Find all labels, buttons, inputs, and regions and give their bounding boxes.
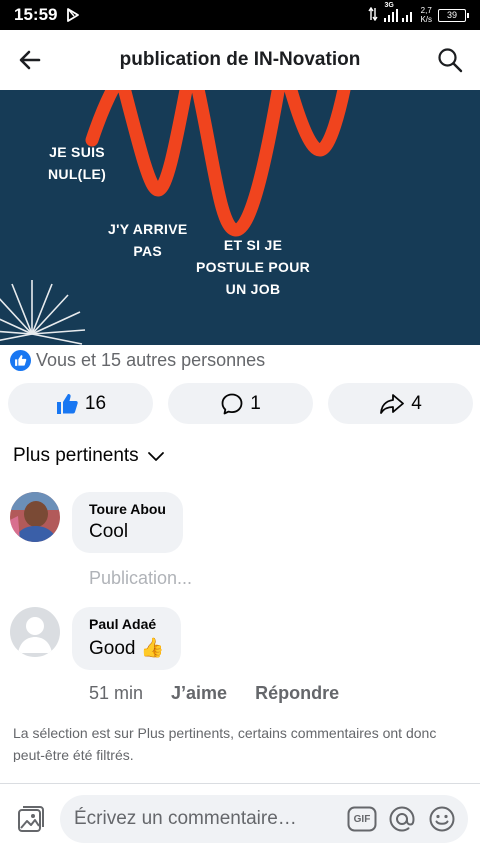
- image-text-1: JE SUIS NUL(LE): [48, 144, 107, 182]
- share-count: 4: [411, 392, 422, 414]
- network-type: 3G: [384, 1, 394, 9]
- comment-input[interactable]: Écrivez un commentaire… GIF: [60, 795, 468, 843]
- search-button[interactable]: [420, 30, 480, 90]
- comment-like-link[interactable]: J’aime: [171, 683, 227, 704]
- comment-count: 1: [250, 392, 261, 414]
- top-app-bar: publication de IN-Novation: [0, 30, 480, 90]
- comment-author[interactable]: Toure Abou: [89, 501, 166, 517]
- comment-bubble[interactable]: Toure Abou Cool: [72, 492, 183, 553]
- filter-notice: La sélection est sur Plus pertinents, ce…: [13, 725, 437, 762]
- smiley-icon: [429, 806, 455, 832]
- signal-icon: 3G: [384, 2, 414, 22]
- share-arrow-icon: [380, 393, 405, 414]
- at-sign-icon: [389, 806, 415, 832]
- comment-item: Paul Adaé Good 👍: [10, 607, 182, 670]
- back-button[interactable]: [0, 30, 60, 90]
- zigzag-graphic: [0, 90, 351, 345]
- like-count: 16: [84, 392, 107, 414]
- comment-author[interactable]: Paul Adaé: [89, 616, 164, 632]
- reactions-text: Vous et 15 autres personnes: [36, 350, 266, 370]
- thumbs-up-icon: [56, 393, 78, 414]
- gif-label: GIF: [353, 813, 371, 825]
- comment-button[interactable]: 1: [168, 383, 313, 424]
- sort-label: Plus pertinents: [13, 445, 139, 466]
- mention-button[interactable]: [386, 803, 418, 835]
- comment-bubble-icon: [221, 393, 243, 414]
- comment-item: Toure Abou Cool: [10, 492, 183, 553]
- chevron-down-icon: [147, 452, 164, 461]
- comment-reply-link[interactable]: Répondre: [255, 683, 339, 704]
- image-text-3: ET SI JE POSTULE POUR UN JOB: [196, 237, 311, 297]
- network-speed-value: 2,7: [420, 6, 432, 15]
- avatar[interactable]: [10, 492, 60, 542]
- post-actions: 16 1 4: [8, 383, 473, 424]
- image-text-2: J'Y ARRIVE PAS: [108, 221, 188, 259]
- data-transfer-icon: [368, 6, 379, 24]
- status-bar: 15:59 3G 2,7 K/s 39: [0, 0, 480, 30]
- sunburst-graphic: [0, 280, 86, 345]
- share-button[interactable]: 4: [328, 383, 473, 424]
- battery-level: 39: [446, 10, 457, 20]
- play-store-icon: [65, 7, 81, 23]
- comment-timestamp: 51 min: [89, 683, 144, 703]
- like-button[interactable]: 16: [8, 383, 153, 424]
- emoji-button[interactable]: [426, 803, 458, 835]
- reactions-summary[interactable]: Vous et 15 autres personnes: [10, 350, 265, 371]
- like-reaction-icon: [10, 350, 31, 371]
- comment-composer: Écrivez un commentaire… GIF: [0, 784, 480, 854]
- status-time: 15:59: [14, 5, 58, 24]
- default-avatar-icon: [10, 607, 60, 657]
- avatar[interactable]: [10, 607, 60, 657]
- gif-button[interactable]: GIF: [346, 803, 378, 835]
- comment-text: Cool: [89, 521, 129, 542]
- search-icon: [438, 48, 463, 73]
- comment-bubble[interactable]: Paul Adaé Good 👍: [72, 607, 182, 670]
- battery-icon: 39: [438, 8, 469, 22]
- comment-sort-dropdown[interactable]: Plus pertinents: [13, 445, 165, 467]
- photo-gallery-button[interactable]: [12, 800, 50, 838]
- comment-placeholder: Écrivez un commentaire…: [74, 808, 297, 829]
- page-title: publication de IN-Novation: [119, 49, 361, 70]
- publishing-status: Publication...: [89, 568, 193, 588]
- gallery-icon: [18, 806, 44, 832]
- network-speed: 2,7 K/s: [420, 6, 432, 24]
- post-image[interactable]: JE SUIS NUL(LE) J'Y ARRIVE PAS ET SI JE POS…: [0, 90, 480, 345]
- arrow-left-icon: [19, 50, 41, 70]
- comment-text: Good 👍: [89, 638, 165, 659]
- comment-meta: 51 min J’aime Répondre: [89, 683, 339, 704]
- network-speed-unit: K/s: [420, 15, 432, 24]
